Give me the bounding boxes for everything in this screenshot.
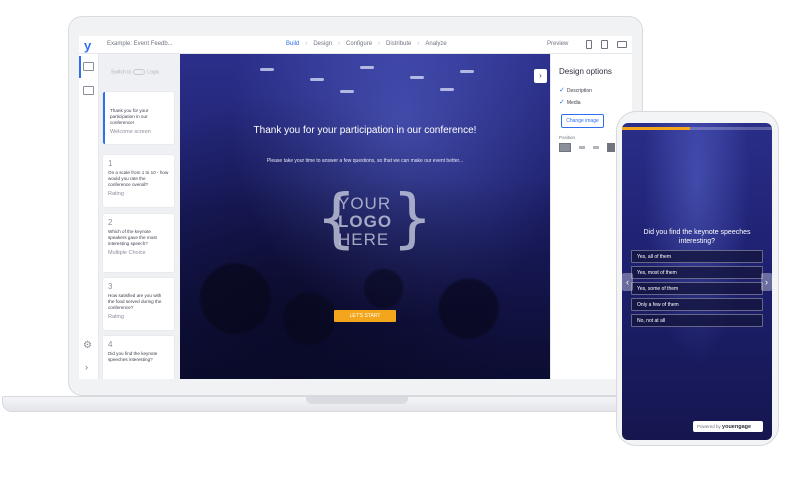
question-card-3[interactable]: 3 How satisfied are you with the food se… — [103, 278, 174, 330]
logic-label: Logic — [147, 69, 160, 76]
phone-screen: Did you find the keynote speeches intere… — [622, 123, 772, 440]
logo-line-1: YOUR — [338, 194, 392, 213]
checkmark-icon: ✓ — [559, 87, 565, 94]
question-text: How satisfied are you with the food serv… — [108, 293, 162, 310]
progress-fill — [622, 127, 690, 130]
nav-separator: › — [338, 41, 341, 47]
collapse-panel-chevron-icon[interactable]: › — [534, 69, 547, 83]
question-card-4[interactable]: 4 Did you find the keynote speeches inte… — [103, 336, 174, 379]
tab-configure[interactable]: Configure — [346, 41, 372, 47]
question-card-welcome[interactable]: Thank you for your participation in our … — [103, 92, 174, 144]
app-screen: y Example: Event Feedb... Build › Design… — [79, 36, 632, 379]
phone-question: Did you find the keynote speeches intere… — [643, 229, 751, 245]
nav-separator: › — [378, 41, 381, 47]
rail-active-indicator — [79, 56, 81, 78]
tab-distribute[interactable]: Distribute — [386, 41, 411, 47]
question-list: Switch to Logic Thank you for your partic… — [99, 54, 180, 379]
question-text: Did you find the keynote speeches intere… — [108, 351, 158, 362]
description-label: Description — [566, 88, 592, 94]
question-number: 4 — [108, 340, 113, 349]
stage-lights-image — [250, 64, 490, 104]
welcome-title[interactable]: Thank you for your participation in our … — [240, 124, 490, 137]
brace-right-icon: } — [392, 182, 433, 256]
toggle-icon — [133, 69, 146, 75]
tablet-preview-icon[interactable] — [601, 40, 608, 49]
logo-line-2: LOGO — [338, 212, 393, 231]
media-checkbox[interactable]: ✓ Media — [559, 98, 581, 106]
question-text: Thank you for your participation in our … — [110, 108, 149, 125]
start-button[interactable]: LET'S START — [334, 310, 396, 322]
question-card-2[interactable]: 2 Which of the keynote speakers gave the… — [103, 214, 174, 272]
question-card-1[interactable]: 1 On a scale from 1 to 10 - how would yo… — [103, 155, 174, 207]
previous-arrow-icon[interactable]: ‹ — [622, 273, 633, 291]
preview-label[interactable]: Preview — [547, 41, 568, 47]
position-option-left[interactable] — [575, 143, 587, 152]
expand-chevron-icon[interactable]: › — [85, 362, 88, 372]
answer-option[interactable]: Yes, most of them — [631, 266, 763, 279]
presentation-icon[interactable] — [83, 86, 94, 95]
panel-title: Design options — [559, 67, 612, 76]
nav-separator: › — [417, 41, 420, 47]
question-text: On a scale from 1 to 10 - how would you … — [108, 170, 169, 187]
position-option-full[interactable] — [607, 143, 615, 152]
questions-icon[interactable] — [83, 62, 94, 71]
welcome-description[interactable]: Please take your time to answer a few qu… — [230, 158, 500, 164]
app-logo[interactable]: y — [84, 38, 91, 53]
position-option-right[interactable] — [591, 143, 603, 152]
powered-by-badge[interactable]: Powered by youengage — [693, 421, 763, 432]
laptop-notch — [306, 397, 408, 404]
main-nav: Build › Design › Configure › Distribute … — [286, 41, 447, 47]
tab-analyze[interactable]: Analyze — [425, 41, 446, 47]
answer-option[interactable]: Only a few of them — [631, 298, 763, 311]
question-number: 3 — [108, 282, 113, 291]
question-type: Multiple Choice — [108, 250, 146, 256]
question-type: Welcome screen — [110, 129, 151, 135]
question-number: 1 — [108, 159, 113, 168]
marketing-stage: y Example: Event Feedb... Build › Design… — [0, 0, 800, 485]
question-type: Rating — [108, 314, 124, 320]
survey-canvas[interactable]: Thank you for your participation in our … — [180, 54, 550, 379]
tab-build[interactable]: Build — [286, 41, 299, 47]
logo-placeholder-text: YOUR LOGO HERE — [338, 195, 392, 249]
answer-option[interactable]: Yes, all of them — [631, 250, 763, 263]
tab-design[interactable]: Design — [313, 41, 332, 47]
logo-placeholder[interactable]: { YOUR LOGO HERE } — [316, 187, 433, 257]
checkmark-icon: ✓ — [559, 99, 565, 106]
change-image-button[interactable]: Change image — [561, 114, 604, 128]
mobile-preview-icon[interactable] — [586, 40, 592, 49]
question-number: 2 — [108, 218, 113, 227]
logo-line-3: HERE — [338, 230, 390, 249]
settings-gear-icon[interactable]: ⚙ — [83, 340, 92, 351]
switch-label: Switch to — [111, 69, 132, 76]
left-rail: ⚙ › — [79, 54, 99, 379]
top-bar: y Example: Event Feedb... Build › Design… — [79, 36, 632, 54]
media-label: Media — [566, 100, 581, 106]
answer-option[interactable]: No, not at all — [631, 314, 763, 327]
description-checkbox[interactable]: ✓ Description — [559, 86, 592, 94]
document-title[interactable]: Example: Event Feedb... — [107, 41, 173, 47]
next-arrow-icon[interactable]: › — [761, 273, 772, 291]
powered-by-label: Powered by — [697, 424, 721, 429]
brand-name: youengage — [722, 424, 752, 430]
nav-separator: › — [305, 41, 308, 47]
desktop-preview-icon[interactable] — [617, 41, 627, 48]
question-text: Which of the keynote speakers gave the m… — [108, 229, 157, 246]
position-label: Position — [559, 135, 576, 140]
progress-bar — [622, 127, 772, 130]
answer-option[interactable]: Yes, some of them — [631, 282, 763, 295]
question-type: Rating — [108, 191, 124, 197]
position-option-background[interactable] — [559, 143, 571, 152]
switch-logic-toggle[interactable]: Switch to Logic — [111, 69, 159, 75]
